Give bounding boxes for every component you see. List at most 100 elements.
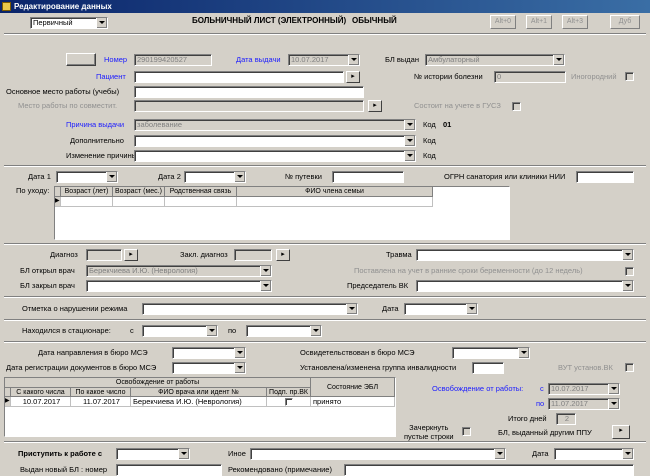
final-diag-picker-icon[interactable]: ▸ <box>276 249 290 261</box>
opened-doctor-select[interactable]: Берекчиева И.Ю. (Неврология) <box>86 265 272 277</box>
mse-disability-field[interactable] <box>472 362 504 374</box>
history-field[interactable]: 0 <box>494 71 566 83</box>
table-cell[interactable] <box>237 197 433 207</box>
start-work-field[interactable] <box>116 448 190 460</box>
vk-chair-select[interactable] <box>416 280 634 292</box>
strike-label: Зачеркнуть пустые строки <box>404 423 454 441</box>
separator <box>4 319 646 321</box>
issue-date-field[interactable]: 10.07.2017 <box>288 54 360 66</box>
vut-checkbox[interactable] <box>625 363 634 372</box>
part-time-picker-icon[interactable]: ▸ <box>368 100 382 112</box>
release-to-cell[interactable]: 11.07.2017 <box>71 397 131 407</box>
gusz-checkbox[interactable] <box>512 102 521 111</box>
voucher-field[interactable] <box>332 171 404 183</box>
total-days-field[interactable]: 2 <box>556 413 576 425</box>
issue-date-label: Дата выдачи <box>236 55 281 64</box>
mse-examined-field[interactable] <box>452 347 530 359</box>
other-select[interactable] <box>250 448 506 460</box>
pregnancy-checkbox[interactable] <box>625 267 634 276</box>
window-titlebar: Редактирование данных <box>0 0 650 13</box>
closed-doctor-select[interactable] <box>86 280 272 292</box>
separator <box>4 441 646 443</box>
violation-date-field[interactable] <box>404 303 478 315</box>
col-doctor: ФИО врача или идент № <box>131 388 267 397</box>
total-days-label: Итого дней <box>508 414 547 423</box>
bl-type-select[interactable]: Первичный <box>30 17 108 29</box>
diagnosis-picker-icon[interactable]: ▸ <box>124 249 138 261</box>
strike-checkbox[interactable] <box>462 427 471 436</box>
foreign-label: Иногородний <box>571 72 617 81</box>
start-work-label: Приступить к работе с <box>18 449 103 458</box>
extra-select[interactable] <box>134 135 416 147</box>
recommend-label: Рекомендовано (примечание) <box>228 465 332 474</box>
reason-label: Причина выдачи <box>66 120 125 129</box>
table-cell[interactable] <box>113 197 165 207</box>
release-from-field[interactable]: 10.07.2017 <box>548 383 620 395</box>
patient-field[interactable] <box>134 71 344 83</box>
table-cell[interactable] <box>165 197 237 207</box>
date2-field[interactable] <box>184 171 246 183</box>
duplicate-button[interactable]: Дуб <box>610 15 640 29</box>
separator <box>4 165 646 167</box>
final-diag-field[interactable] <box>234 249 272 261</box>
release-from-cell[interactable]: 10.07.2017 <box>11 397 71 407</box>
bottom-date-field[interactable] <box>554 448 634 460</box>
table-cell[interactable] <box>61 197 113 207</box>
other-label: Иное <box>228 449 246 458</box>
change-reason-select[interactable] <box>134 150 416 162</box>
separator <box>4 33 646 35</box>
number-field[interactable]: 290199420527 <box>134 54 212 66</box>
trauma-label: Травма <box>386 250 412 259</box>
release-to-label: по <box>536 399 545 408</box>
alt1-button[interactable]: Alt+1 <box>526 15 552 29</box>
app-icon <box>2 2 11 11</box>
foreign-checkbox[interactable] <box>625 72 634 81</box>
col-age-months: Возраст (мес.) <box>113 187 165 197</box>
part-time-label: Место работы по совместит. <box>18 101 118 110</box>
mse-registration-label: Дата регистрации документов в бюро МСЭ <box>6 363 157 372</box>
ebl-state-header: Состояние ЭБЛ <box>311 378 395 397</box>
window-title: Редактирование данных <box>14 2 112 11</box>
diagnosis-field[interactable] <box>86 249 122 261</box>
mse-disability-label: Установлена/изменена группа инвалидности <box>300 363 457 372</box>
trauma-select[interactable] <box>416 249 634 261</box>
release-to-field[interactable]: 11.07.2017 <box>548 398 620 410</box>
part-time-field[interactable] <box>134 100 364 112</box>
reason-select[interactable]: заболевание <box>134 119 416 131</box>
date1-field[interactable] <box>56 171 118 183</box>
ogrn-field[interactable] <box>576 171 634 183</box>
other-ppu-picker-icon[interactable]: ▸ <box>612 425 630 439</box>
extra-code-label: Код <box>423 136 436 145</box>
alt0-button[interactable]: Alt+0 <box>490 15 516 29</box>
vk-sign-checkbox[interactable] <box>285 398 293 406</box>
mse-registration-field[interactable] <box>172 362 246 374</box>
bl-issued-label: БЛ выдан <box>385 55 419 64</box>
hospital-from-field[interactable] <box>142 325 218 337</box>
vk-chair-label: Председатель ВК <box>347 281 409 290</box>
bl-issued-select[interactable]: Амбулаторный <box>425 54 565 66</box>
patient-picker-icon[interactable]: ▸ <box>346 71 360 83</box>
col-family-name: ФИО члена семьи <box>237 187 433 197</box>
bottom-date-label: Дата <box>532 449 549 458</box>
final-diag-label: Закл. диагноз <box>180 250 228 259</box>
violation-select[interactable] <box>142 303 358 315</box>
reason-code-label: Код <box>423 120 436 129</box>
mse-referral-label: Дата направления в бюро МСЭ <box>38 348 148 357</box>
care-table[interactable]: Возраст (лет) Возраст (мес.) Родственная… <box>54 186 510 240</box>
release-state-cell[interactable]: принято <box>311 397 395 407</box>
mse-referral-field[interactable] <box>172 347 246 359</box>
other-ppu-label: БЛ, выданный другим ППУ <box>498 428 592 437</box>
release-table[interactable]: Освобождение от работы Состояние ЭБЛ С к… <box>4 377 396 437</box>
main-work-field[interactable] <box>134 86 364 98</box>
mse-examined-label: Освидетельствован в бюро МСЭ <box>300 348 415 357</box>
release-doctor-cell[interactable]: Берекчиева И.Ю. (Неврология) <box>131 397 267 407</box>
alt3-button[interactable]: Alt+3 <box>562 15 588 29</box>
hospital-to-field[interactable] <box>246 325 322 337</box>
voucher-label: № путевки <box>285 172 322 181</box>
release-vk-cell[interactable] <box>267 397 311 407</box>
new-bl-field[interactable] <box>116 464 222 476</box>
recommend-field[interactable] <box>344 464 634 476</box>
form-header: БОЛЬНИЧНЫЙ ЛИСТ (ЭЛЕКТРОННЫЙ) <box>192 16 347 25</box>
pregnancy-label: Поставлена на учет в ранние сроки береме… <box>354 266 583 275</box>
number-button[interactable] <box>66 53 96 66</box>
